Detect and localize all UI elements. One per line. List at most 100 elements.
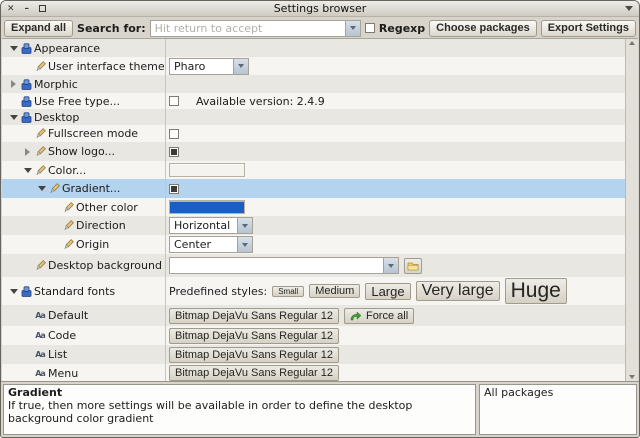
tree-row-code-font[interactable]: AaCodeBitmap DejaVu Sans Regular 12: [2, 326, 625, 345]
color-expander[interactable]: [22, 168, 33, 173]
tree-row-use-free-type[interactable]: Use Free type...Available version: 2.4.9: [2, 93, 625, 109]
vertical-scrollbar[interactable]: [625, 39, 638, 381]
user-interface-theme-dropdown[interactable]: Pharo: [169, 58, 249, 75]
force-all-button[interactable]: Force all: [344, 308, 414, 324]
default-font-label-cell: AaDefault: [2, 309, 165, 322]
tree-row-fullscreen-mode[interactable]: Fullscreen mode: [2, 125, 625, 142]
minimize-icon[interactable]: –: [25, 4, 30, 14]
expand-all-button[interactable]: Expand all: [4, 20, 73, 37]
style-small-button[interactable]: Small: [272, 286, 304, 297]
regexp-checkbox[interactable]: [365, 23, 375, 33]
close-icon[interactable]: ✕: [7, 4, 15, 14]
font-icon-slot: Aa: [33, 331, 47, 340]
style-huge-button[interactable]: Huge: [505, 278, 567, 304]
chevron-down-icon[interactable]: [233, 59, 248, 74]
pencil-icon: [35, 260, 46, 271]
desktop-label: Desktop: [33, 111, 79, 124]
style-medium-button[interactable]: Medium: [309, 284, 360, 298]
default-font-button[interactable]: Bitmap DejaVu Sans Regular 12: [169, 308, 339, 324]
show-logo-expander[interactable]: [22, 148, 33, 156]
list-font-button[interactable]: Bitmap DejaVu Sans Regular 12: [169, 347, 339, 363]
chevron-down-icon[interactable]: [383, 258, 398, 273]
other-color-label-cell: Other color: [2, 201, 165, 214]
folder-icon: [407, 261, 419, 271]
list-font-label-cell: AaList: [2, 348, 165, 361]
list-font-label: List: [47, 348, 67, 361]
menu-font-button[interactable]: Bitmap DejaVu Sans Regular 12: [169, 365, 339, 381]
settings-tree: AppearanceUser interface themePharoMorph…: [2, 38, 638, 381]
chevron-down-icon: [242, 243, 248, 247]
pencil-icon: [63, 239, 74, 250]
browse-image-button[interactable]: [404, 258, 422, 274]
group-icon: [21, 43, 32, 54]
tree-row-default-font[interactable]: AaDefault Bitmap DejaVu Sans Regular 12 Fo…: [2, 305, 625, 326]
export-settings-button[interactable]: Export Settings: [541, 20, 636, 37]
force-all-icon: [350, 311, 362, 321]
direction-dropdown-value: Horizontal: [170, 219, 237, 232]
tree-row-color[interactable]: Color...: [2, 161, 625, 179]
tree-row-list-font[interactable]: AaList Bitmap DejaVu Sans Regular 12: [2, 345, 625, 364]
desktop-background-image-value-cell: [165, 257, 625, 274]
gradient-expander[interactable]: [36, 186, 47, 191]
tree-row-appearance[interactable]: Appearance: [2, 39, 625, 57]
font-icon: Aa: [35, 350, 45, 359]
origin-label-cell: Origin: [2, 238, 165, 251]
other-color-label: Other color: [75, 201, 138, 214]
list-font-value-cell: Bitmap DejaVu Sans Regular 12: [165, 347, 625, 363]
pencil-icon: [35, 61, 46, 72]
use-free-type-value-cell: Available version: 2.4.9: [165, 95, 625, 108]
tree-row-direction[interactable]: Direction Horizontal: [2, 216, 625, 235]
use-free-type-checkbox[interactable]: [169, 96, 179, 106]
appearance-expander[interactable]: [8, 46, 19, 51]
standard-fonts-expander[interactable]: [8, 289, 19, 294]
pencil-icon-slot: [33, 128, 47, 139]
direction-label: Direction: [75, 219, 126, 232]
style-very-large-button[interactable]: Very large: [416, 281, 500, 301]
tree-row-desktop[interactable]: Desktop: [2, 109, 625, 125]
group-icon-slot: [19, 43, 33, 54]
desktop-background-image-input[interactable]: [170, 259, 383, 272]
group-icon: [21, 79, 32, 90]
fullscreen-mode-label-cell: Fullscreen mode: [2, 127, 165, 140]
choose-packages-button[interactable]: Choose packages: [429, 20, 537, 37]
chevron-expanded-icon: [24, 168, 32, 173]
chevron-down-icon[interactable]: [237, 218, 252, 233]
standard-fonts-styles-label: Predefined styles:: [169, 285, 267, 298]
window-menu-icon[interactable]: [625, 6, 633, 11]
title-bar[interactable]: ✕ – Settings browser: [1, 1, 639, 17]
packages-box[interactable]: All packages: [479, 384, 637, 435]
tree-row-menu-font[interactable]: AaMenuBitmap DejaVu Sans Regular 12: [2, 364, 625, 381]
scroll-up-icon[interactable]: [629, 41, 635, 45]
gradient-checkbox[interactable]: [169, 184, 179, 194]
chevron-expanded-icon: [10, 115, 18, 120]
tree-row-gradient[interactable]: Gradient...: [2, 179, 625, 198]
chevron-down-icon: [388, 264, 394, 268]
direction-dropdown[interactable]: Horizontal: [169, 217, 253, 234]
morphic-expander[interactable]: [8, 80, 19, 88]
tree-row-desktop-background-image[interactable]: Desktop background image: [2, 254, 625, 277]
use-free-type-note: Available version: 2.4.9: [196, 95, 325, 108]
tree-row-standard-fonts[interactable]: Standard fontsPredefined styles:SmallMed…: [2, 277, 625, 305]
maximize-icon[interactable]: [39, 5, 46, 12]
group-icon: [21, 96, 32, 107]
tree-row-user-interface-theme[interactable]: User interface themePharo: [2, 57, 625, 75]
fullscreen-mode-checkbox[interactable]: [169, 129, 179, 139]
show-logo-checkbox[interactable]: [169, 147, 179, 157]
style-large-button[interactable]: Large: [365, 283, 410, 300]
code-font-button[interactable]: Bitmap DejaVu Sans Regular 12: [169, 328, 339, 344]
origin-dropdown[interactable]: Center: [169, 236, 253, 253]
color-swatch[interactable]: [169, 163, 245, 177]
user-interface-theme-dropdown-value: Pharo: [170, 60, 233, 73]
tree-row-origin[interactable]: Origin Center: [2, 235, 625, 254]
search-dropdown-icon[interactable]: [345, 21, 360, 36]
tree-row-morphic[interactable]: Morphic: [2, 75, 625, 93]
search-input[interactable]: [151, 22, 345, 35]
other-color-swatch[interactable]: [169, 200, 245, 214]
font-icon-slot: Aa: [33, 311, 47, 320]
scroll-down-icon[interactable]: [629, 375, 635, 379]
tree-row-show-logo[interactable]: Show logo...: [2, 142, 625, 161]
chevron-down-icon[interactable]: [237, 237, 252, 252]
desktop-expander[interactable]: [8, 115, 19, 120]
search-label: Search for:: [77, 22, 146, 35]
tree-row-other-color[interactable]: Other color: [2, 198, 625, 216]
